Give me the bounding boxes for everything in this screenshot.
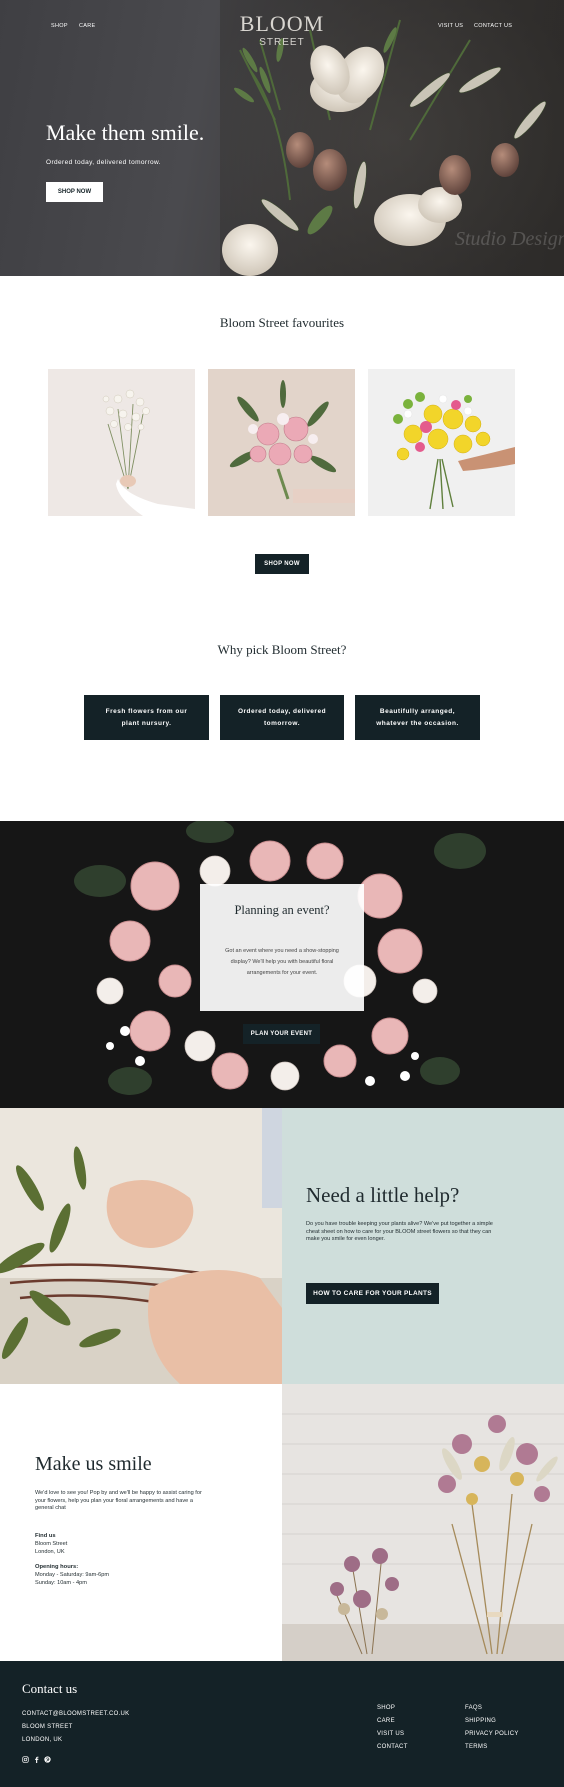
product-card-white-bouquet[interactable] (48, 369, 195, 516)
footer-link-visit-us[interactable]: VISIT US (377, 1731, 404, 1737)
hours-line: Sunday: 10am - 4pm (35, 1580, 87, 1586)
help-title: Need a little help? (306, 1183, 460, 1207)
why-card-arranged: Beautifully arranged, whatever the occas… (355, 695, 480, 740)
white-bouquet-image (48, 369, 195, 516)
why-title: Why pick Bloom Street? (217, 642, 347, 657)
footer-email-link[interactable]: CONTACT@BLOOMSTREET.CO.UK (22, 1711, 130, 1717)
footer-address-line: BLOOM STREET (22, 1724, 73, 1730)
why-card-delivery: Ordered today, delivered tomorrow. (220, 695, 344, 740)
event-card: Planning an event? Got an event where yo… (200, 884, 364, 1011)
hours-line: Monday - Saturday: 9am-6pm (35, 1572, 109, 1578)
contact-section: Make us smile We'd love to see you! Pop … (0, 1384, 282, 1661)
event-text: Got an event where you need a show-stopp… (225, 948, 339, 976)
dried-flowers-image (282, 1384, 564, 1661)
footer-link-care[interactable]: CARE (377, 1718, 395, 1724)
hero-subheading: Ordered today, delivered tomorrow. (46, 159, 162, 166)
contact-intro: We'd love to see you! Pop by and we'll b… (35, 1490, 202, 1511)
care-for-plants-button[interactable]: HOW TO CARE FOR YOUR PLANTS (306, 1283, 439, 1304)
pink-bouquet-image (208, 369, 355, 516)
product-card-pink-bouquet[interactable] (208, 369, 355, 516)
product-card-yellow-bouquet[interactable] (368, 369, 515, 516)
instagram-icon[interactable] (22, 1756, 29, 1763)
opening-hours-label: Opening hours: (35, 1564, 79, 1570)
find-us-label: Find us (35, 1533, 56, 1539)
facebook-icon[interactable] (33, 1756, 40, 1763)
hero-shop-now-button[interactable]: SHOP NOW (46, 182, 103, 202)
hero-watermark: Studio Design (455, 228, 564, 250)
care-panel: Need a little help? Do you have trouble … (282, 1108, 564, 1384)
footer-link-faqs[interactable]: FAQS (465, 1705, 482, 1711)
plan-your-event-button[interactable]: PLAN YOUR EVENT (243, 1024, 320, 1044)
nav-visit-us-link[interactable]: VISIT US (438, 23, 463, 29)
care-photo (0, 1108, 282, 1384)
footer-link-terms[interactable]: TERMS (465, 1744, 488, 1750)
hands-arranging-image (0, 1108, 282, 1384)
hero-heading: Make them smile. (46, 120, 205, 145)
footer-address-line: LONDON, UK (22, 1737, 63, 1743)
logo-street[interactable]: STREET (0, 37, 564, 48)
yellow-bouquet-image (368, 369, 515, 516)
footer-link-shipping[interactable]: SHIPPING (465, 1718, 496, 1724)
why-card-fresh: Fresh flowers from our plant nursury. (84, 695, 209, 740)
help-text: Do you have trouble keeping your plants … (306, 1221, 493, 1242)
footer-link-shop[interactable]: SHOP (377, 1705, 395, 1711)
contact-title: Make us smile (35, 1453, 152, 1475)
footer-link-privacy-policy[interactable]: PRIVACY POLICY (465, 1731, 519, 1737)
event-title: Planning an event? (234, 903, 330, 917)
footer: Contact us CONTACT@BLOOMSTREET.CO.UK BLO… (0, 1661, 564, 1787)
address-line: Bloom Street (35, 1541, 68, 1547)
event-section: Planning an event? Got an event where yo… (0, 821, 564, 1108)
dried-flowers-photo (282, 1384, 564, 1661)
address-line: London, UK (35, 1549, 65, 1555)
favourites-shop-now-button[interactable]: SHOP NOW (255, 554, 309, 574)
nav-contact-us-link[interactable]: CONTACT US (474, 23, 512, 29)
favourites-title: Bloom Street favourites (219, 315, 345, 330)
footer-link-contact[interactable]: CONTACT (377, 1744, 408, 1750)
footer-title: Contact us (22, 1681, 78, 1696)
hero-section: Studio Design SHOP CARE BLOOM STREET VIS… (0, 0, 564, 276)
pinterest-icon[interactable] (44, 1756, 51, 1763)
